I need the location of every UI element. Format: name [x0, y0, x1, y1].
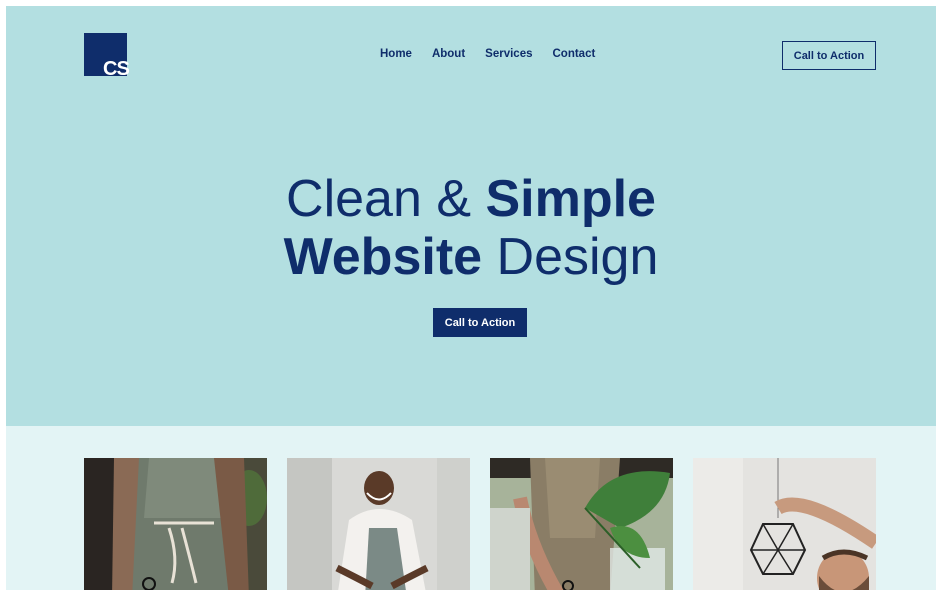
headline-simple: Simple	[485, 170, 656, 228]
header-cta-button[interactable]: Call to Action	[782, 41, 876, 70]
logo[interactable]: CS	[84, 33, 136, 81]
photo-plant-apron	[490, 458, 673, 590]
headline-design: Design	[482, 228, 659, 286]
photo-person-apron	[84, 458, 267, 590]
nav-link-contact[interactable]: Contact	[553, 48, 596, 60]
photo-smiling-woman	[287, 458, 470, 590]
image-gallery	[6, 426, 936, 590]
nav-link-home[interactable]: Home	[380, 48, 412, 60]
logo-text: CS	[103, 58, 130, 80]
nav-link-services[interactable]: Services	[485, 48, 532, 60]
hero-headline: Clean & Simple Website Design	[6, 170, 936, 286]
nav-link-about[interactable]: About	[432, 48, 465, 60]
hero-section: CS Home About Services Contact Call to A…	[6, 6, 936, 426]
gallery-image-person-apron[interactable]	[84, 458, 267, 590]
headline-website: Website	[283, 228, 483, 286]
gallery-image-plant-apron[interactable]	[490, 458, 673, 590]
page-frame: CS Home About Services Contact Call to A…	[6, 6, 936, 590]
main-nav: Home About Services Contact	[380, 48, 595, 60]
photo-man-lamp	[693, 458, 876, 590]
hero-cta-button[interactable]: Call to Action	[433, 308, 527, 337]
gallery-image-smiling-woman[interactable]	[287, 458, 470, 590]
gallery-image-man-lamp[interactable]	[693, 458, 876, 590]
headline-clean: Clean &	[286, 170, 486, 228]
